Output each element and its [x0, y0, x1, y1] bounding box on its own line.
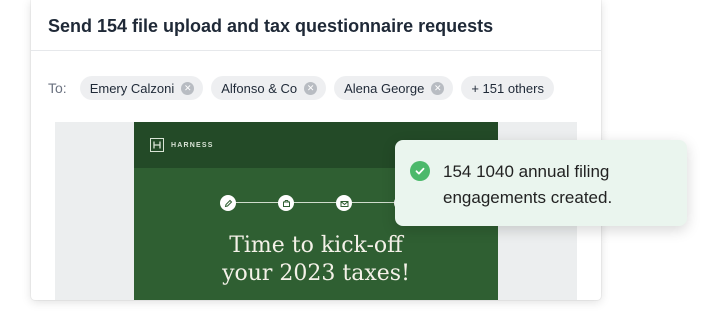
recipients-row: To: Emery Calzoni ✕ Alfonso & Co ✕ Alena… [48, 75, 562, 101]
remove-recipient-icon[interactable]: ✕ [181, 81, 195, 95]
divider [31, 50, 601, 51]
pencil-icon [220, 195, 236, 211]
recipient-chip[interactable]: Alena George ✕ [334, 76, 454, 100]
recipient-name: Alena George [344, 80, 425, 96]
remove-recipient-icon[interactable]: ✕ [431, 81, 445, 95]
recipient-name: Alfonso & Co [221, 80, 298, 96]
brand-name: HARNESS [171, 141, 214, 149]
file-icon [278, 195, 294, 211]
recipient-chip[interactable]: Emery Calzoni ✕ [79, 76, 204, 100]
email-heading: Time to kick-off your 2023 taxes! [134, 232, 498, 288]
to-label: To: [48, 80, 67, 96]
toast-message: 154 1040 annual filing engagements creat… [443, 159, 612, 211]
toast-line: engagements created. [443, 188, 613, 207]
progress-steps [220, 191, 420, 215]
dialog-title: Send 154 file upload and tax questionnai… [48, 16, 494, 36]
remove-recipient-icon[interactable]: ✕ [304, 81, 318, 95]
recipient-chip[interactable]: Alfonso & Co ✕ [211, 76, 327, 100]
check-circle-icon [410, 161, 430, 181]
more-recipients-chip[interactable]: + 151 others [461, 76, 554, 100]
steps-connector [228, 202, 412, 203]
success-toast: 154 1040 annual filing engagements creat… [395, 140, 687, 226]
toast-line: 154 1040 annual filing [443, 162, 610, 181]
recipient-name: Emery Calzoni [89, 80, 175, 96]
harness-logo-icon [150, 138, 164, 152]
email-heading-line: Time to kick-off [229, 233, 403, 258]
envelope-icon [336, 195, 352, 211]
email-heading-line: your 2023 taxes! [222, 261, 410, 286]
